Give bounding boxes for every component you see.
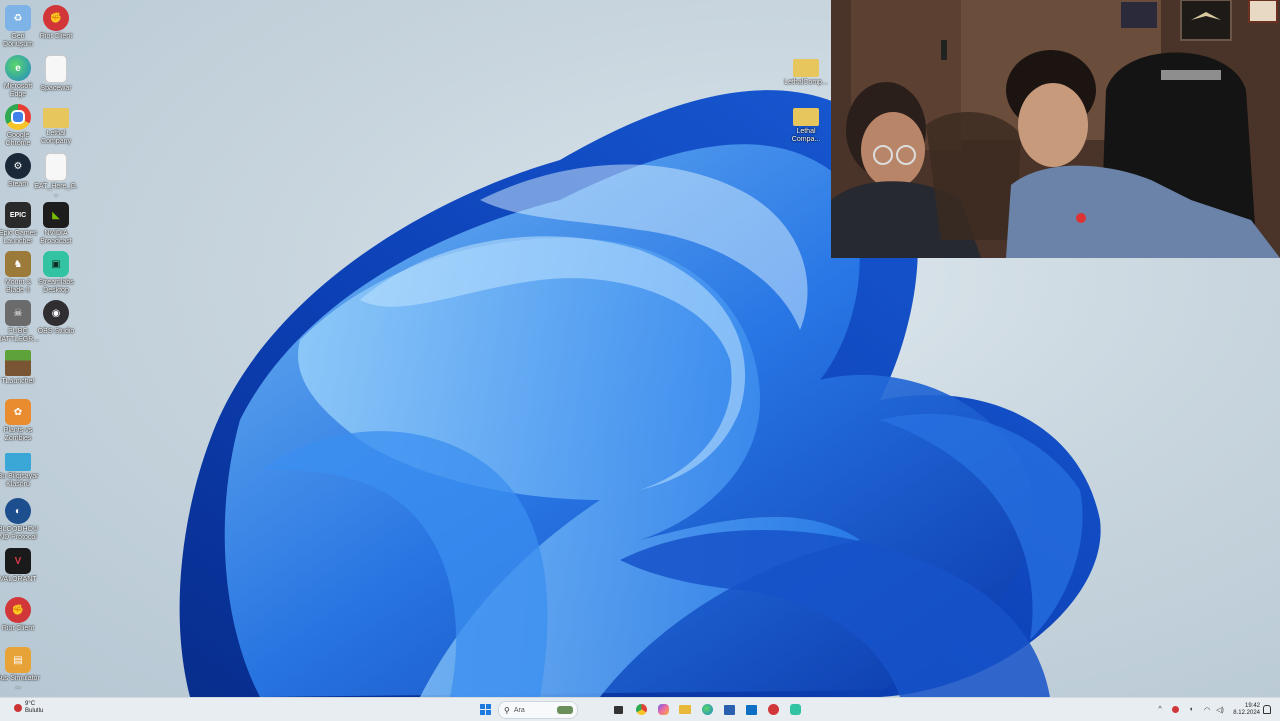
weather-widget[interactable]: 9°C Bulutlu: [14, 701, 43, 715]
bannerlord-icon: ♞: [5, 251, 31, 277]
clock-time: 19:42: [1244, 702, 1260, 709]
microphone-icon: ◖: [1188, 706, 1194, 713]
taskbar-task-view[interactable]: [612, 702, 624, 717]
desktop-icon-tlauncher[interactable]: TLauncher: [0, 350, 40, 386]
taskbar-copilot[interactable]: [656, 702, 670, 717]
obs-icon: ◉: [43, 300, 69, 326]
wifi-icon: ◠: [1203, 706, 1211, 714]
desktop-icon-nvidia-broadcast[interactable]: ◣ NVIDIA Broadcast: [34, 202, 78, 246]
desktop-icon-streamlabs[interactable]: ▣ Streamlabs Desktop: [34, 251, 78, 295]
desktop-icon-lethal-company-folder[interactable]: Lethal Company: [34, 104, 78, 146]
desktop-icon-this-pc[interactable]: Bu Bilgisayar Klasörü: [0, 449, 40, 489]
start-button[interactable]: [478, 702, 492, 717]
taskbar-streamlabs[interactable]: [788, 702, 802, 717]
weather-icon: [14, 704, 22, 712]
search-placeholder: Ara: [513, 706, 525, 714]
search-icon: ⚲: [504, 705, 510, 715]
nvidia-icon: ◣: [43, 202, 69, 228]
search-highlight-icon: [557, 706, 573, 714]
edge-icon: [701, 704, 713, 715]
taskbar-outlook[interactable]: [744, 702, 758, 717]
document-icon: [45, 55, 67, 83]
desktop-icon-obs[interactable]: ◉ OBS Studio: [34, 300, 78, 336]
tray-clock[interactable]: 19:42 8.12.2024: [1228, 700, 1260, 719]
folder-icon: [679, 705, 691, 714]
recycle-bin-icon: ♻: [5, 5, 31, 31]
taskbar-edge[interactable]: [700, 702, 714, 717]
taskbar: 9°C Bulutlu ⚲ Ara ^ ◖ ◠ ◁) 19:42 8.12.20…: [0, 697, 1280, 721]
tray-wifi[interactable]: ◠: [1202, 702, 1212, 717]
streamlabs-icon: [789, 704, 801, 715]
store-icon: [723, 704, 735, 715]
game-icon: ◐: [5, 498, 31, 524]
riot-client-icon: ✊: [5, 597, 31, 623]
riot-client-icon: ✊: [43, 5, 69, 31]
folder-icon: [43, 108, 69, 128]
tlauncher-icon: [5, 350, 31, 376]
epic-games-icon: EPIC: [5, 202, 31, 228]
chrome-icon: [635, 704, 647, 715]
folder-icon: [793, 59, 819, 77]
riot-client-icon: [767, 704, 779, 715]
tray-overflow-button[interactable]: ^: [1156, 702, 1164, 717]
copilot-icon: [657, 704, 669, 715]
tray-riot[interactable]: [1170, 702, 1180, 717]
document-icon: [45, 153, 67, 181]
monitor-icon: [5, 453, 31, 471]
chrome-icon: [5, 104, 31, 130]
riot-client-icon: [1171, 706, 1179, 713]
weather-desc: Bulutlu: [25, 708, 44, 714]
tray-mic[interactable]: ◖: [1186, 702, 1196, 717]
volume-icon: ◁): [1216, 706, 1224, 714]
desktop-icon-riot-client-2[interactable]: ✊ Riot Client: [0, 597, 40, 633]
bell-icon: [1263, 705, 1271, 714]
desktop-icon-riot-client[interactable]: ✊ Riot Client: [34, 5, 78, 41]
valorant-icon: V: [5, 548, 31, 574]
windows-logo-icon: [479, 704, 491, 715]
pubg-icon: ☠: [5, 300, 31, 326]
desktop-icon-game-orange[interactable]: ✿ Plants vs Zombies: [0, 399, 40, 443]
desktop-icon-valorant[interactable]: V VALORANT: [0, 548, 40, 584]
clock-date: 8.12.2024: [1233, 709, 1260, 716]
desktop-icon-text-file[interactable]: EAT_Here_G...: [34, 153, 78, 199]
steam-icon: ⚙: [5, 153, 31, 179]
taskbar-store[interactable]: [722, 702, 736, 717]
edge-icon: e: [5, 55, 31, 81]
webcam-scene: [831, 0, 1280, 258]
desktop-icon-spacewar[interactable]: Spacewar: [34, 55, 78, 93]
desktop-icon-lethal-folder-2[interactable]: Lethal Compa...: [784, 104, 828, 144]
chevron-up-icon: ^: [1158, 706, 1162, 713]
tray-volume[interactable]: ◁): [1214, 702, 1226, 717]
tray-notifications[interactable]: [1262, 702, 1272, 717]
game-icon: ✿: [5, 399, 31, 425]
outlook-icon: [745, 704, 757, 715]
desktop: ♻ Geri Dönüşüm ✊ Riot Client e Microsoft…: [0, 0, 1280, 697]
task-view-icon: [613, 705, 623, 714]
desktop-icon-bus-simulator[interactable]: ▤ Bus Simulator ...: [0, 647, 40, 691]
taskbar-chrome[interactable]: [634, 702, 648, 717]
streamlabs-icon: ▣: [43, 251, 69, 277]
taskbar-file-explorer[interactable]: [678, 702, 692, 717]
search-box[interactable]: ⚲ Ara: [498, 701, 578, 719]
desktop-icon-protocol[interactable]: ◐ BLOODHOUND Protocol: [0, 498, 40, 542]
weather-temp: 9°C: [25, 701, 36, 707]
taskbar-riot[interactable]: [766, 702, 780, 717]
folder-icon: [793, 108, 819, 126]
bus-icon: ▤: [5, 647, 31, 673]
webcam-overlay: [831, 0, 1280, 258]
desktop-icon-lethal-folder-1[interactable]: LethalComp...: [784, 55, 828, 87]
